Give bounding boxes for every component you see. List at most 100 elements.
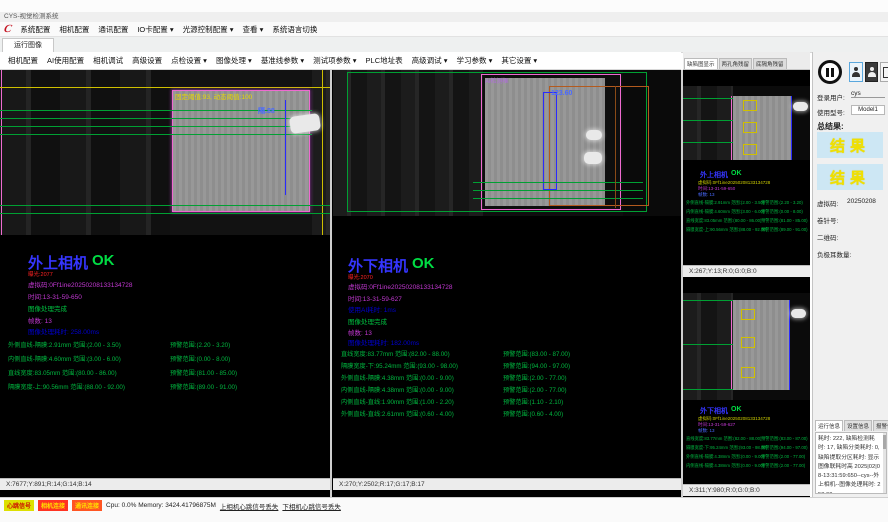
barcode-line: 虚拟码:0Ff1ine20250208133134728	[348, 281, 452, 291]
toolbar-item-image-processing[interactable]: 图像处理 ▾	[216, 55, 252, 66]
measurement-main: 隔膜宽度-上:90.56mm 范围:(88.00 - 92.00)	[686, 227, 767, 233]
anchor-box	[743, 100, 757, 111]
camera-ok-status: OK	[412, 255, 435, 272]
needle-number-label: 卷针号:	[817, 215, 838, 225]
anchor-box	[741, 309, 755, 320]
measure-line	[683, 98, 733, 99]
left-camera-image[interactable]: 固定阈值:93, 动态阈值:100 隔.88	[0, 70, 330, 235]
barcode-line: 虚拟码:0Ff1ine20250208133134728	[28, 279, 132, 289]
tab-run-image[interactable]: 运行图像	[2, 38, 54, 52]
aux-column: 外上相机 OK 虚拟码:0Ff1ine20250208133134728 时间:…	[683, 70, 810, 497]
aux-tab-defect-view[interactable]: 缺陷图显示	[684, 58, 718, 69]
lower-camera-heartbeat-link[interactable]: 下相机心跳信号丢失	[282, 501, 341, 511]
anchor-box	[743, 122, 757, 133]
measurement-main: 内侧直线-隔膜:4.60mm 范围:(3.00 - 6.00)	[8, 354, 121, 363]
anchor-box	[741, 367, 755, 378]
width-overlay-label: 123.60	[551, 90, 572, 97]
toolbar-item-spot-check[interactable]: 点检设置 ▾	[171, 55, 207, 66]
cpu-memory-text: Cpu: 0.0% Memory: 3424.41796875M	[106, 502, 216, 509]
measure-line-blue	[285, 100, 286, 195]
operator-button[interactable]	[865, 62, 878, 82]
detection-line-pink	[731, 300, 732, 390]
menu-item-language[interactable]: 系统语言切换	[272, 24, 317, 35]
measurement-main: 内侧直线-隔膜:4.60mm 范围:(3.00 - 6.00)	[686, 209, 764, 215]
toolbar-item-baseline-params[interactable]: 基准线参数 ▾	[261, 55, 304, 66]
measurement-warn: 预警范围:(94.00 - 97.00)	[761, 445, 808, 451]
info-tab-alarm[interactable]: 报警信息	[873, 420, 888, 431]
tab-connector-blob	[791, 309, 806, 318]
measurement-warn: 预警范围:(1.10 - 2.10)	[503, 397, 563, 406]
measurement-warn: 预警范围:(0.60 - 4.00)	[503, 409, 563, 418]
measurement-warn: 预警范围:(81.00 - 85.00)	[761, 218, 808, 224]
menu-bar: C 系统配置 相机配置 通讯配置 IO卡配置 ▾ 光源控制配置 ▾ 查看 ▾ 系…	[0, 22, 888, 37]
measurement-warn: 预警范围:(83.00 - 87.00)	[761, 436, 808, 442]
toolbar-item-ai-config[interactable]: AI使用配置	[47, 55, 84, 66]
login-user-button[interactable]	[849, 62, 863, 82]
measurement-warn: 预警范围:(89.00 - 91.00)	[170, 382, 237, 391]
status-bar: 心跳信号 相机连接 通讯连接 Cpu: 0.0% Memory: 3424.41…	[0, 497, 888, 522]
window-title: CYS-视觉检测系统	[4, 13, 59, 20]
measure-line	[683, 300, 733, 301]
measurement-warn: 预警范围:(2.20 - 3.20)	[170, 340, 230, 349]
info-tab-run[interactable]: 运行信息	[815, 420, 843, 431]
toolbar-item-camera-config[interactable]: 相机配置	[8, 55, 38, 66]
pause-run-button[interactable]	[818, 60, 842, 84]
toolbar-item-learn-params[interactable]: 学习参数 ▾	[456, 55, 492, 66]
width-measure-box	[543, 92, 557, 190]
ai-elapsed-line: 使用AI耗时: 1ms	[348, 304, 396, 314]
pause-icon	[831, 68, 834, 77]
log-scrollbar-thumb[interactable]	[883, 435, 886, 449]
right-camera-image[interactable]: AI检测框 123.60	[333, 70, 681, 216]
toolbar-item-advanced-settings[interactable]: 高级设置	[132, 55, 162, 66]
exposure-label: 曝光:2070	[348, 273, 373, 281]
aux-camera-title: 外上相机	[700, 170, 728, 180]
menu-item-view[interactable]: 查看 ▾	[242, 24, 263, 35]
tab-connector-blob	[793, 102, 808, 111]
measure-line	[0, 213, 330, 214]
log-scrollbar[interactable]	[883, 433, 886, 493]
right-camera-panel: AI检测框 123.60 外下相机 OK 曝光:2070 虚拟码:0Ff1ine…	[333, 70, 681, 497]
elapsed-line: 图像处理耗时: 258.00ms	[28, 326, 99, 336]
tab-bar: 运行图像	[0, 37, 888, 53]
measurement-main: 外侧直线-隔膜:4.38mm 范围:(0.00 - 9.00)	[341, 373, 454, 382]
measurement-main: 直线宽度:83.77mm 范围:(82.00 - 88.00)	[341, 349, 450, 358]
run-log-box[interactable]: 耗时: 222, 缺陷检测耗时: 17, 缺陷分类耗时: 0, 缺陷提取分区耗时…	[815, 432, 887, 494]
detection-line-blue	[791, 96, 792, 160]
machinery-texture	[683, 279, 733, 400]
pixel-coord-text: X:311;Y:980;R:0;G:0;B:0	[689, 487, 760, 494]
measurement-main: 直线宽度:83.05mm 范围:(80.00 - 86.00)	[686, 218, 761, 224]
toolbar-item-other-settings[interactable]: 其它设置 ▾	[501, 55, 537, 66]
menu-item-comm-config[interactable]: 通讯配置	[98, 24, 128, 35]
aux-tab-hole-residue[interactable]: 两孔角残留	[719, 58, 753, 69]
comm-link-status-badge: 通讯连接	[72, 500, 102, 511]
measurement-main: 外侧直线-隔膜:2.91mm 范围:(2.00 - 3.50)	[8, 340, 121, 349]
measure-line	[683, 142, 733, 143]
user-icon	[852, 67, 860, 77]
menu-item-light-config[interactable]: 光源控制配置 ▾	[183, 24, 234, 35]
toolbar-item-camera-debug[interactable]: 相机调试	[93, 55, 123, 66]
menu-item-io-config[interactable]: IO卡配置 ▾	[137, 24, 173, 35]
process-done-line: 图像处理完成	[28, 303, 67, 313]
measurement-warn: 预警范围:(2.00 - 77.00)	[503, 385, 567, 394]
info-tab-settings[interactable]: 设置信息	[844, 420, 872, 431]
menu-item-system-config[interactable]: 系统配置	[20, 24, 50, 35]
toolbar-item-advanced-debug[interactable]: 高级调试 ▾	[412, 55, 448, 66]
menu-item-camera-config[interactable]: 相机配置	[59, 24, 89, 35]
model-value-field[interactable]: Model1	[851, 105, 885, 115]
aux-top-image[interactable]	[683, 70, 810, 160]
aux-tab-strip: 缺陷图显示 两孔角残留 底隔角残留	[683, 52, 810, 70]
toolbar-item-plc-table[interactable]: PLC地址表	[366, 55, 403, 66]
aux-tab-bottom-residue[interactable]: 底隔角残留	[753, 58, 787, 69]
detection-line-pink	[731, 96, 732, 160]
aux-frame-line: 帧数: 13	[698, 428, 715, 434]
pixel-coord-bar: X:267;Y:13;R:0;G:0;B:0	[683, 265, 810, 277]
pixel-coord-bar: X:270;Y:2502;R:17;G:17;B:17	[333, 478, 681, 490]
toolbar-item-test-params[interactable]: 测试项参数 ▾	[313, 55, 356, 66]
measurement-main: 外侧直线-隔膜:2.91mm 范围:(2.00 - 3.50)	[686, 200, 764, 206]
aux-bottom-image[interactable]	[683, 279, 810, 400]
barcode-label: 虚拟码:	[817, 198, 838, 208]
measure-line	[473, 190, 643, 191]
upper-camera-heartbeat-link[interactable]: 上相机心跳信号丢失	[220, 501, 279, 511]
run-log-text: 耗时: 222, 缺陷检测耗时: 17, 缺陷分类耗时: 0, 缺陷提取分区耗时…	[816, 433, 886, 494]
exit-button[interactable]	[880, 62, 888, 82]
